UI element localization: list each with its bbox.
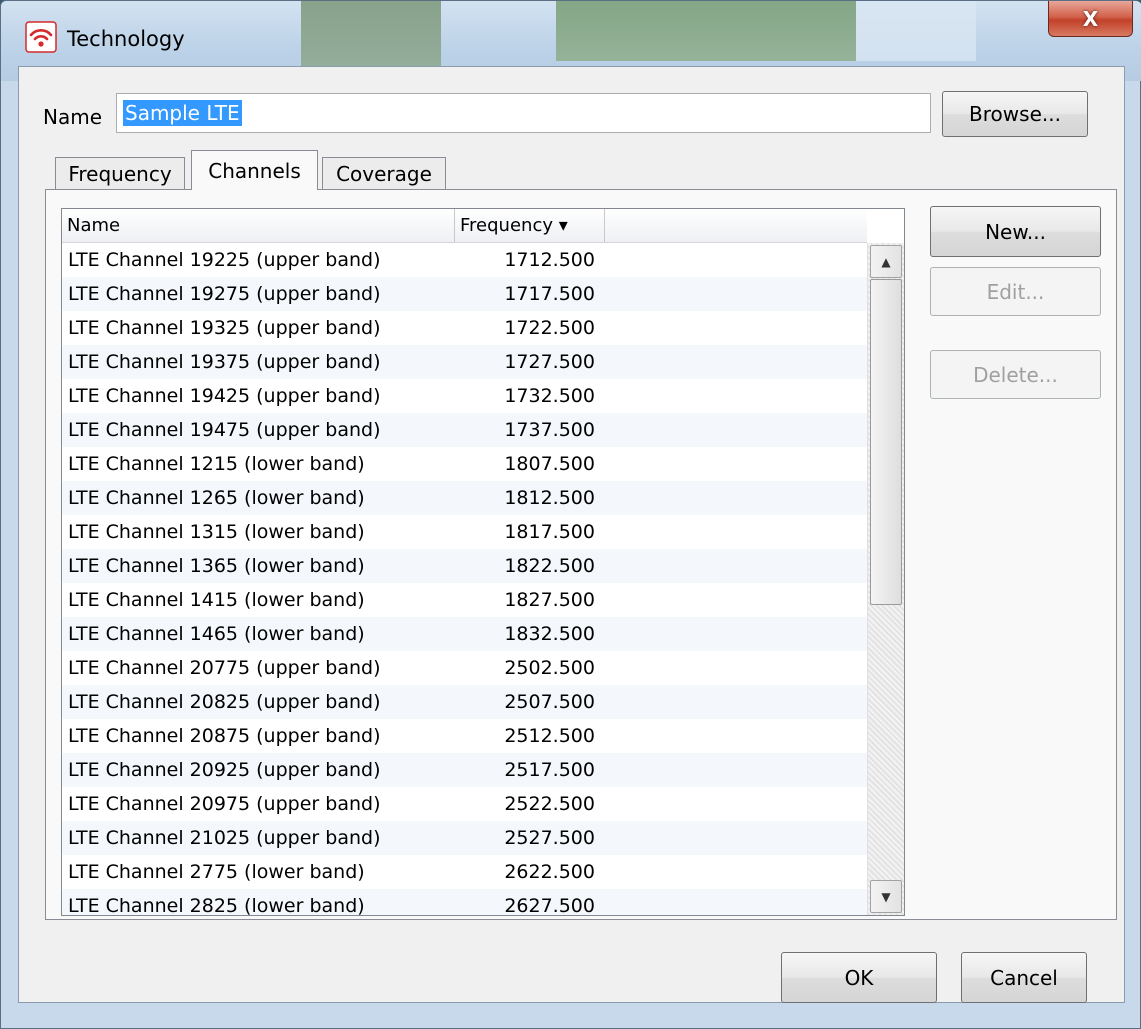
table-row[interactable]: LTE Channel 20925 (upper band) 2517.500 bbox=[62, 753, 867, 787]
table-row[interactable]: LTE Channel 19225 (upper band) 1712.500 bbox=[62, 243, 867, 277]
channel-frequency-cell: 1722.500 bbox=[504, 317, 595, 339]
channel-name-cell: LTE Channel 20875 (upper band) bbox=[68, 725, 381, 747]
name-label: Name bbox=[43, 105, 103, 129]
channel-frequency-cell: 1717.500 bbox=[504, 283, 595, 305]
channel-frequency-cell: 2527.500 bbox=[504, 827, 595, 849]
arrow-down-icon[interactable]: ▼ bbox=[870, 880, 902, 913]
column-header-blank bbox=[605, 209, 867, 242]
tab-frequency[interactable]: Frequency bbox=[55, 157, 185, 190]
channel-name-cell: LTE Channel 2775 (lower band) bbox=[68, 861, 365, 883]
channel-frequency-cell: 2622.500 bbox=[504, 861, 595, 883]
browse-button[interactable]: Browse... bbox=[942, 91, 1088, 137]
channel-frequency-cell: 1727.500 bbox=[504, 351, 595, 373]
channel-name-cell: LTE Channel 19425 (upper band) bbox=[68, 385, 381, 407]
channel-name-cell: LTE Channel 1465 (lower band) bbox=[68, 623, 365, 645]
table-row[interactable]: LTE Channel 1365 (lower band) 1822.500 bbox=[62, 549, 867, 583]
table-row[interactable]: LTE Channel 19275 (upper band) 1717.500 bbox=[62, 277, 867, 311]
table-row[interactable]: LTE Channel 20775 (upper band) 2502.500 bbox=[62, 651, 867, 685]
channel-name-cell: LTE Channel 19475 (upper band) bbox=[68, 419, 381, 441]
tab-coverage[interactable]: Coverage bbox=[322, 157, 446, 190]
name-input[interactable]: Sample LTE bbox=[116, 93, 931, 133]
channel-frequency-cell: 1812.500 bbox=[504, 487, 595, 509]
channel-frequency-cell: 2512.500 bbox=[504, 725, 595, 747]
table-row[interactable]: LTE Channel 19475 (upper band) 1737.500 bbox=[62, 413, 867, 447]
table-row[interactable]: LTE Channel 20875 (upper band) 2512.500 bbox=[62, 719, 867, 753]
new-button[interactable]: New... bbox=[930, 206, 1101, 257]
arrow-up-icon[interactable]: ▲ bbox=[870, 245, 902, 278]
wifi-signal-icon bbox=[25, 21, 57, 53]
channel-name-cell: LTE Channel 1315 (lower band) bbox=[68, 521, 365, 543]
window-title: Technology bbox=[67, 27, 185, 51]
channel-frequency-cell: 1712.500 bbox=[504, 249, 595, 271]
table-row[interactable]: LTE Channel 21025 (upper band) 2527.500 bbox=[62, 821, 867, 855]
channel-name-cell: LTE Channel 1265 (lower band) bbox=[68, 487, 365, 509]
table-row[interactable]: LTE Channel 1465 (lower band) 1832.500 bbox=[62, 617, 867, 651]
channel-name-cell: LTE Channel 1215 (lower band) bbox=[68, 453, 365, 475]
channel-name-cell: LTE Channel 19375 (upper band) bbox=[68, 351, 381, 373]
channel-name-cell: LTE Channel 20975 (upper band) bbox=[68, 793, 381, 815]
table-row[interactable]: LTE Channel 1315 (lower band) 1817.500 bbox=[62, 515, 867, 549]
channel-frequency-cell: 1832.500 bbox=[504, 623, 595, 645]
close-button[interactable]: X bbox=[1048, 1, 1133, 37]
channel-name-cell: LTE Channel 19275 (upper band) bbox=[68, 283, 381, 305]
channel-frequency-cell: 1737.500 bbox=[504, 419, 595, 441]
column-header-frequency[interactable]: Frequency ▾ bbox=[455, 209, 605, 242]
edit-button[interactable]: Edit... bbox=[930, 267, 1101, 316]
tab-channels[interactable]: Channels bbox=[191, 150, 318, 190]
channel-name-cell: LTE Channel 1365 (lower band) bbox=[68, 555, 365, 577]
table-row[interactable]: LTE Channel 2825 (lower band) 2627.500 bbox=[62, 889, 867, 916]
table-row[interactable]: LTE Channel 1415 (lower band) 1827.500 bbox=[62, 583, 867, 617]
channel-name-cell: LTE Channel 19225 (upper band) bbox=[68, 249, 381, 271]
close-icon: X bbox=[1082, 6, 1099, 31]
vertical-scrollbar[interactable]: ▲ ▼ bbox=[867, 243, 904, 915]
name-input-value: Sample LTE bbox=[123, 100, 242, 126]
channel-frequency-cell: 2517.500 bbox=[504, 759, 595, 781]
channel-frequency-cell: 2627.500 bbox=[504, 895, 595, 916]
channel-frequency-cell: 1807.500 bbox=[504, 453, 595, 475]
channel-name-cell: LTE Channel 20925 (upper band) bbox=[68, 759, 381, 781]
table-row[interactable]: LTE Channel 19375 (upper band) 1727.500 bbox=[62, 345, 867, 379]
channel-frequency-cell: 2502.500 bbox=[504, 657, 595, 679]
table-row[interactable]: LTE Channel 1265 (lower band) 1812.500 bbox=[62, 481, 867, 515]
channel-name-cell: LTE Channel 1415 (lower band) bbox=[68, 589, 365, 611]
table-row[interactable]: LTE Channel 20975 (upper band) 2522.500 bbox=[62, 787, 867, 821]
table-row[interactable]: LTE Channel 20825 (upper band) 2507.500 bbox=[62, 685, 867, 719]
technology-dialog: Technology X Name Sample LTE Browse... F… bbox=[0, 0, 1141, 1029]
channel-name-cell: LTE Channel 19325 (upper band) bbox=[68, 317, 381, 339]
table-row[interactable]: LTE Channel 1215 (lower band) 1807.500 bbox=[62, 447, 867, 481]
table-rows: LTE Channel 19225 (upper band) 1712.500 LT… bbox=[62, 243, 867, 916]
channel-name-cell: LTE Channel 20775 (upper band) bbox=[68, 657, 381, 679]
scrollbar-thumb[interactable] bbox=[870, 279, 902, 605]
channel-name-cell: LTE Channel 21025 (upper band) bbox=[68, 827, 381, 849]
delete-button[interactable]: Delete... bbox=[930, 350, 1101, 399]
table-header: Name Frequency ▾ bbox=[62, 209, 867, 243]
channel-frequency-cell: 1817.500 bbox=[504, 521, 595, 543]
cancel-button[interactable]: Cancel bbox=[961, 952, 1087, 1003]
channel-frequency-cell: 1827.500 bbox=[504, 589, 595, 611]
channel-name-cell: LTE Channel 2825 (lower band) bbox=[68, 895, 365, 916]
column-header-name[interactable]: Name bbox=[62, 209, 455, 242]
table-row[interactable]: LTE Channel 2775 (lower band) 2622.500 bbox=[62, 855, 867, 889]
channel-name-cell: LTE Channel 20825 (upper band) bbox=[68, 691, 381, 713]
channels-table[interactable]: Name Frequency ▾ LTE Channel 19225 (uppe… bbox=[61, 208, 905, 916]
table-row[interactable]: LTE Channel 19325 (upper band) 1722.500 bbox=[62, 311, 867, 345]
channel-frequency-cell: 2507.500 bbox=[504, 691, 595, 713]
table-row[interactable]: LTE Channel 19425 (upper band) 1732.500 bbox=[62, 379, 867, 413]
ok-button[interactable]: OK bbox=[781, 952, 937, 1003]
channel-frequency-cell: 1732.500 bbox=[504, 385, 595, 407]
channel-frequency-cell: 1822.500 bbox=[504, 555, 595, 577]
channel-frequency-cell: 2522.500 bbox=[504, 793, 595, 815]
